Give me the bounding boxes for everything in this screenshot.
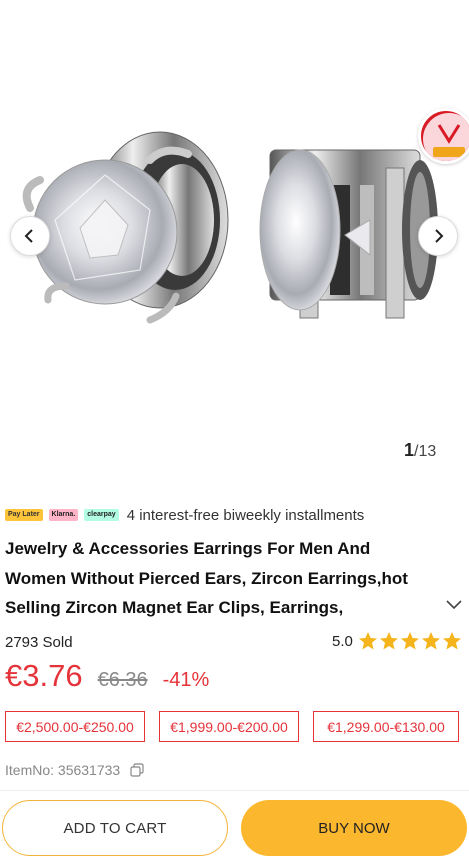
- star-icon: [358, 632, 377, 650]
- star-icon: [379, 632, 398, 650]
- coupon-list: €2,500.00-€250.00 €1,999.00-€200.00 €1,2…: [5, 711, 469, 742]
- add-to-cart-button[interactable]: ADD TO CART: [2, 800, 228, 856]
- discount-percent: -41%: [162, 669, 210, 691]
- expand-title-button[interactable]: [444, 597, 464, 613]
- star-icon: [442, 632, 461, 650]
- next-image-button[interactable]: [418, 216, 458, 256]
- product-image-gallery[interactable]: 1/13: [0, 0, 469, 470]
- copy-icon[interactable]: [130, 763, 144, 777]
- original-price: €6.36: [97, 669, 148, 691]
- klarna-logo: Klarna.: [48, 509, 79, 521]
- bottom-action-bar: ADD TO CART BUY NOW: [0, 790, 469, 865]
- image-counter-total: /13: [414, 443, 437, 460]
- star-icon: [400, 632, 419, 650]
- brand-badge-icon: [423, 113, 469, 161]
- previous-image-button[interactable]: [10, 216, 50, 256]
- pay-later-logo: Pay Later: [5, 509, 43, 521]
- coupon-tag[interactable]: €1,299.00-€130.00: [313, 711, 459, 742]
- brand-badge: [418, 108, 469, 164]
- image-counter: 1/13: [404, 440, 436, 461]
- coupon-tag[interactable]: €1,999.00-€200.00: [159, 711, 299, 742]
- chevron-down-icon: [446, 600, 462, 610]
- item-number: ItemNo: 35631733: [5, 762, 144, 778]
- product-rating[interactable]: 5.0: [332, 631, 462, 651]
- chevron-left-icon: [24, 229, 33, 243]
- current-price: €3.76: [5, 658, 83, 693]
- buy-now-button[interactable]: BUY NOW: [241, 800, 467, 856]
- rating-score: 5.0: [332, 632, 353, 650]
- chevron-right-icon: [435, 229, 444, 243]
- coupon-tag[interactable]: €2,500.00-€250.00: [5, 711, 145, 742]
- sold-count: 2793 Sold: [5, 634, 73, 651]
- product-title: Jewelry & Accessories Earrings For Men A…: [5, 539, 408, 617]
- installment-info[interactable]: Pay Later Klarna. clearpay 4 interest-fr…: [5, 505, 364, 525]
- clearpay-logo: clearpay: [84, 509, 119, 521]
- image-counter-current: 1: [404, 440, 415, 460]
- product-photo: [22, 131, 438, 324]
- item-number-text: ItemNo: 35631733: [5, 762, 121, 778]
- star-icon: [421, 632, 440, 650]
- installment-text: 4 interest-free biweekly installments: [126, 506, 365, 524]
- price-row: €3.76 €6.36 -41%: [5, 658, 209, 694]
